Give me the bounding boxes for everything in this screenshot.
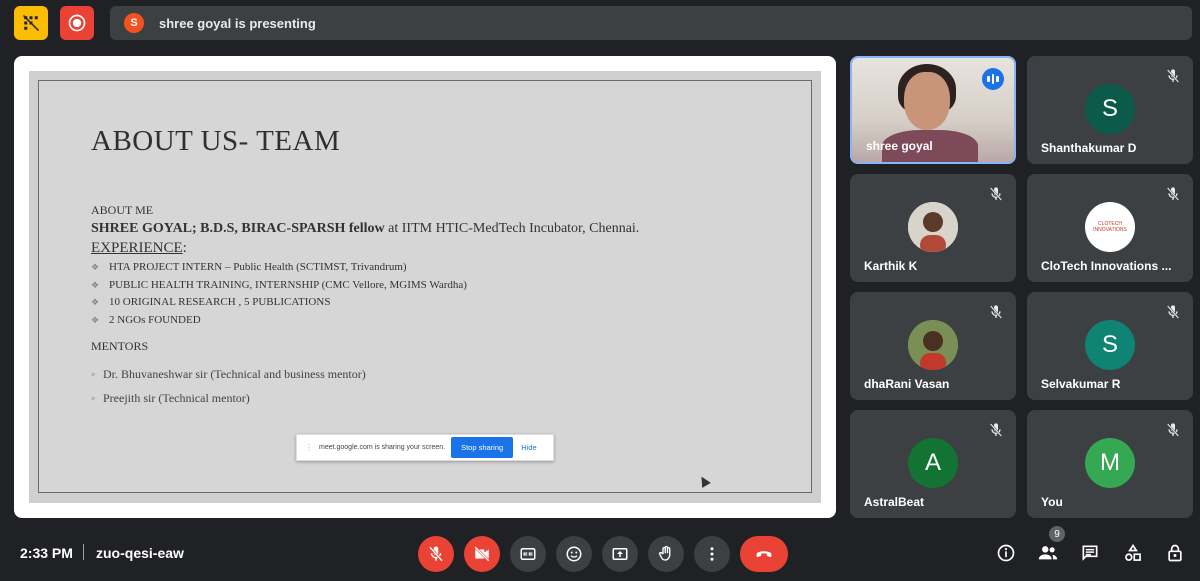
slide-title: ABOUT US- TEAM	[91, 125, 341, 157]
mic-off-icon	[1166, 187, 1180, 201]
captions-icon	[520, 548, 536, 560]
presentation-view[interactable]: ABOUT US- TEAM ABOUT ME SHREE GOYAL; B.D…	[14, 56, 836, 518]
mic-off-icon	[989, 423, 1003, 437]
list-item: PUBLIC HEALTH TRAINING, INTERNSHIP (CMC …	[91, 277, 791, 295]
participant-name: Shanthakumar D	[1041, 141, 1137, 155]
name-rest: at IITM HTIC-MedTech Incubator, Chennai.	[384, 221, 640, 236]
participant-tile-shanthakumar[interactable]: S Shanthakumar D	[1027, 56, 1193, 164]
screen-share-popup: ⋮ meet.google.com is sharing your screen…	[296, 434, 554, 461]
slide-body: ABOUT ME SHREE GOYAL; B.D.S, BIRAC-SPARS…	[91, 203, 791, 410]
participant-name: CloTech Innovations ...	[1041, 259, 1172, 273]
about-me-label: ABOUT ME	[91, 203, 154, 217]
shapes-icon	[1125, 543, 1141, 561]
presenting-banner: S shree goyal is presenting	[110, 6, 1192, 40]
people-icon	[1038, 546, 1058, 560]
meeting-code: zuo-qesi-eaw	[96, 545, 184, 561]
mouse-cursor-icon	[697, 474, 711, 488]
divider	[83, 544, 84, 560]
participant-name: You	[1041, 495, 1063, 509]
info-icon	[997, 544, 1015, 562]
mic-toggle-button[interactable]	[418, 536, 454, 572]
stop-sharing-button[interactable]: Stop sharing	[451, 437, 514, 458]
leave-call-button[interactable]	[740, 536, 788, 572]
mentors-list: Dr. Bhuvaneshwar sir (Technical and busi…	[91, 362, 791, 410]
participant-tile-you[interactable]: M You	[1027, 410, 1193, 518]
list-item: HTA PROJECT INTERN – Public Health (SCTI…	[91, 259, 791, 277]
clock: 2:33 PM	[20, 545, 73, 561]
host-controls-button[interactable]	[1164, 542, 1186, 564]
mentors-label: MENTORS	[91, 339, 149, 353]
hide-self-view-button[interactable]	[14, 6, 48, 40]
more-options-button[interactable]	[694, 536, 730, 572]
mic-off-icon	[989, 187, 1003, 201]
slide-frame: ABOUT US- TEAM ABOUT ME SHREE GOYAL; B.D…	[29, 71, 821, 503]
reactions-button[interactable]	[556, 536, 592, 572]
hide-button[interactable]: Hide	[521, 443, 536, 452]
slide: ABOUT US- TEAM ABOUT ME SHREE GOYAL; B.D…	[38, 80, 812, 493]
present-now-button[interactable]	[602, 536, 638, 572]
present-icon	[612, 548, 628, 560]
participant-tile-karthik[interactable]: Karthik K	[850, 174, 1016, 282]
avatar	[908, 202, 958, 252]
hand-icon	[658, 545, 671, 561]
mic-off-icon	[1166, 305, 1180, 319]
people-button[interactable]	[1037, 542, 1059, 564]
mic-off-icon	[1166, 423, 1180, 437]
call-end-icon	[756, 551, 772, 558]
participant-name: Selvakumar R	[1041, 377, 1121, 391]
participant-name: dhaRani Vasan	[864, 377, 950, 391]
list-item: Dr. Bhuvaneshwar sir (Technical and busi…	[91, 362, 791, 386]
experience-heading: EXPERIENCE	[91, 240, 183, 256]
video-face-shape	[904, 72, 950, 130]
participant-tile-astralbeat[interactable]: A AstralBeat	[850, 410, 1016, 518]
grid-off-icon	[22, 14, 40, 32]
experience-list: HTA PROJECT INTERN – Public Health (SCTI…	[91, 259, 791, 329]
person-photo-icon	[908, 320, 958, 370]
record-icon	[68, 14, 86, 32]
clotech-logo: CLOTECH INNOVATIONS	[1085, 202, 1135, 252]
person-photo-icon	[908, 202, 958, 252]
presenter-avatar: S	[124, 13, 144, 33]
list-item: 2 NGOs FOUNDED	[91, 312, 791, 330]
activities-button[interactable]	[1122, 542, 1144, 564]
participant-name: Karthik K	[864, 259, 918, 273]
chat-button[interactable]	[1079, 542, 1101, 564]
participant-tile-shree-goyal[interactable]: shree goyal	[850, 56, 1016, 164]
list-item: 10 ORIGINAL RESEARCH , 5 PUBLICATIONS	[91, 294, 791, 312]
chat-icon	[1082, 545, 1098, 561]
participant-tile-clotech[interactable]: CLOTECH INNOVATIONS CloTech Innovations …	[1027, 174, 1193, 282]
mic-off-icon	[1166, 69, 1180, 83]
avatar: S	[1085, 84, 1135, 134]
list-item: Preejith sir (Technical mentor)	[91, 386, 791, 410]
participant-name: shree goyal	[866, 139, 933, 153]
bottom-bar: 2:33 PM zuo-qesi-eaw	[0, 525, 1200, 581]
participant-tile-selvakumar[interactable]: S Selvakumar R	[1027, 292, 1193, 400]
people-count-badge: 9	[1049, 526, 1065, 542]
more-vert-icon	[710, 547, 714, 561]
avatar: A	[908, 438, 958, 488]
speaking-indicator-icon	[982, 68, 1004, 90]
drag-handle-icon[interactable]: ⋮	[305, 443, 313, 452]
captions-button[interactable]	[510, 536, 546, 572]
emoji-icon	[566, 546, 582, 562]
camera-toggle-button[interactable]	[464, 536, 500, 572]
avatar: M	[1085, 438, 1135, 488]
presenting-text: shree goyal is presenting	[159, 15, 316, 31]
experience-colon: :	[182, 240, 187, 256]
share-popup-text: meet.google.com is sharing your screen.	[319, 444, 446, 451]
mic-off-icon	[989, 305, 1003, 319]
avatar	[908, 320, 958, 370]
name-bold: SHREE GOYAL; B.D.S, BIRAC-SPARSH fellow	[91, 221, 385, 236]
camera-off-icon	[474, 546, 490, 562]
participant-name: AstralBeat	[864, 495, 925, 509]
participant-tile-dharani[interactable]: dhaRani Vasan	[850, 292, 1016, 400]
meeting-details-button[interactable]	[995, 542, 1017, 564]
name-line: SHREE GOYAL; B.D.S, BIRAC-SPARSH fellow …	[91, 221, 791, 237]
recording-button[interactable]	[60, 6, 94, 40]
avatar: S	[1085, 320, 1135, 370]
mic-off-icon	[429, 546, 443, 562]
lock-person-icon	[1168, 544, 1182, 562]
raise-hand-button[interactable]	[648, 536, 684, 572]
